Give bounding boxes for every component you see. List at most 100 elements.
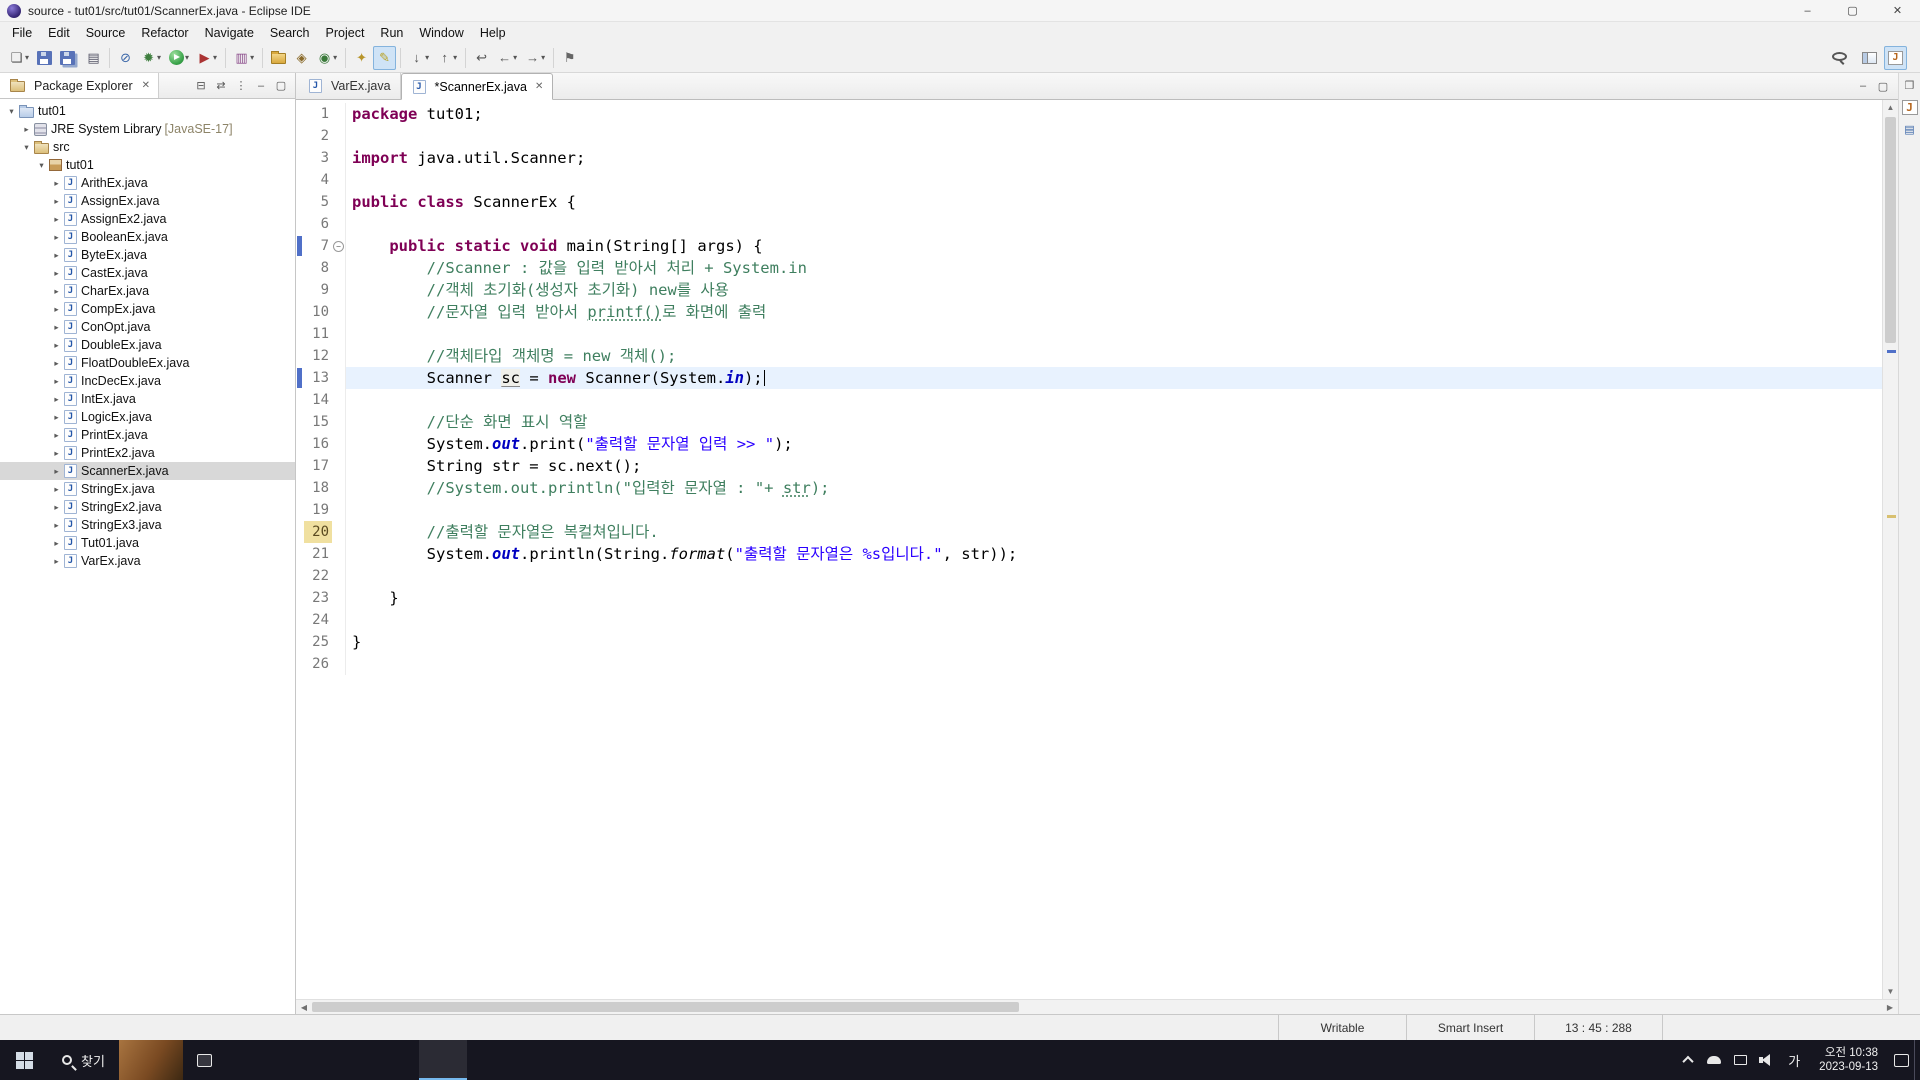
tree-item-intex-java[interactable]: ▸ J IntEx.java	[0, 390, 295, 408]
skip-breakpoints-button[interactable]: ⊘	[114, 46, 137, 70]
tree-item-assignex-java[interactable]: ▸ J AssignEx.java	[0, 192, 295, 210]
code-line-9[interactable]: 9 //객체 초기화(생성자 초기화) new를 사용	[296, 279, 1882, 301]
tree-item-arithex-java[interactable]: ▸ J ArithEx.java	[0, 174, 295, 192]
back-button[interactable]: ← ▾	[493, 46, 521, 70]
scrollbar-thumb[interactable]	[1885, 117, 1896, 343]
print-button[interactable]: ▤	[82, 46, 105, 70]
action-center-button[interactable]	[1888, 1040, 1914, 1080]
code-line-12[interactable]: 12 //객체타입 객체명 = new 객체();	[296, 345, 1882, 367]
expand-arrow-icon[interactable]: ▸	[21, 124, 32, 135]
tray-display-button[interactable]	[1727, 1040, 1753, 1080]
tree-item-booleanex-java[interactable]: ▸ J BooleanEx.java	[0, 228, 295, 246]
tree-item-doubleex-java[interactable]: ▸ J DoubleEx.java	[0, 336, 295, 354]
expand-arrow-icon[interactable]: ▸	[51, 232, 62, 243]
dropdown-arrow-icon[interactable]: ▾	[513, 53, 517, 62]
dropdown-arrow-icon[interactable]: ▾	[157, 53, 161, 62]
vertical-scrollbar[interactable]: ▲ ▼	[1882, 100, 1898, 999]
view-menu-icon[interactable]: ⋮	[232, 79, 250, 92]
menu-edit[interactable]: Edit	[40, 22, 78, 43]
hscrollbar-track[interactable]	[312, 1000, 1882, 1014]
code-line-10[interactable]: 10 //문자열 입력 받아서 printf()로 화면에 출력	[296, 301, 1882, 323]
menu-navigate[interactable]: Navigate	[197, 22, 262, 43]
menu-source[interactable]: Source	[78, 22, 134, 43]
tree-item-charex-java[interactable]: ▸ J CharEx.java	[0, 282, 295, 300]
expand-arrow-icon[interactable]: ▸	[51, 250, 62, 261]
purple-app-taskbar-button[interactable]	[467, 1040, 515, 1080]
code-line-18[interactable]: 18 //System.out.println("입력한 문자열 : "+ st…	[296, 477, 1882, 499]
new-package-button[interactable]: ◈	[290, 46, 313, 70]
code-line-19[interactable]: 19	[296, 499, 1882, 521]
expand-arrow-icon[interactable]: ▸	[51, 178, 62, 189]
dropdown-arrow-icon[interactable]: ▾	[250, 53, 254, 62]
package-explorer-tab[interactable]: Package Explorer ✕	[0, 73, 160, 98]
expand-arrow-icon[interactable]: ▸	[51, 556, 62, 567]
expand-arrow-icon[interactable]: ▸	[51, 466, 62, 477]
scroll-left-icon[interactable]: ◀	[296, 1003, 312, 1012]
tree-item-stringex-java[interactable]: ▸ J StringEx.java	[0, 480, 295, 498]
menu-search[interactable]: Search	[262, 22, 318, 43]
taskbar-widget-thumbnail[interactable]	[118, 1040, 183, 1080]
code-line-6[interactable]: 6	[296, 213, 1882, 235]
overview-mark-tan[interactable]	[1887, 514, 1896, 518]
expand-arrow-icon[interactable]: ▸	[51, 520, 62, 531]
close-view-icon[interactable]: ✕	[142, 80, 150, 91]
collapse-region-icon[interactable]: −	[333, 240, 344, 252]
run-button[interactable]: ▾	[165, 46, 193, 70]
mark-occurrences-button[interactable]: ✎	[373, 45, 397, 70]
dropdown-arrow-icon[interactable]: ▾	[213, 53, 217, 62]
expand-arrow-icon[interactable]: ▸	[51, 538, 62, 549]
green-app-taskbar-button[interactable]	[371, 1040, 419, 1080]
tree-item-incdecex-java[interactable]: ▸ J IncDecEx.java	[0, 372, 295, 390]
dropdown-arrow-icon[interactable]: ▾	[333, 53, 337, 62]
tree-item-assignex2-java[interactable]: ▸ J AssignEx2.java	[0, 210, 295, 228]
expand-arrow-icon[interactable]: ▸	[51, 502, 62, 513]
code-line-4[interactable]: 4	[296, 169, 1882, 191]
minimized-java-view-icon[interactable]: J	[1901, 100, 1918, 115]
save-all-button[interactable]	[56, 46, 82, 70]
collapse-all-icon[interactable]: ⊟	[192, 79, 210, 92]
forward-button[interactable]: → ▾	[521, 46, 549, 70]
new-java-project-button[interactable]	[267, 46, 290, 70]
dropdown-arrow-icon[interactable]: ▾	[25, 53, 29, 62]
code-line-1[interactable]: 1 package tut01;	[296, 103, 1882, 125]
tree-item-compex-java[interactable]: ▸ J CompEx.java	[0, 300, 295, 318]
quick-search-button[interactable]	[1828, 46, 1855, 70]
eclipse-ide-taskbar-button[interactable]	[418, 1040, 467, 1080]
code-line-7[interactable]: 7− public static void main(String[] args…	[296, 235, 1882, 257]
task-view-button[interactable]	[183, 1040, 227, 1080]
expand-arrow-icon[interactable]: ▸	[51, 358, 62, 369]
chrome-browser-taskbar-button[interactable]	[323, 1040, 371, 1080]
coverage-button[interactable]: ▥ ▾	[230, 46, 258, 70]
code-line-14[interactable]: 14	[296, 389, 1882, 411]
tree-item-conopt-java[interactable]: ▸ J ConOpt.java	[0, 318, 295, 336]
code-line-11[interactable]: 11	[296, 323, 1882, 345]
external-tools-button[interactable]: ▶ ▾	[193, 46, 221, 70]
tree-item-stringex3-java[interactable]: ▸ J StringEx3.java	[0, 516, 295, 534]
new-class-button[interactable]: ◉ ▾	[313, 46, 341, 70]
java-perspective-button[interactable]: J	[1884, 45, 1907, 70]
code-line-24[interactable]: 24	[296, 609, 1882, 631]
collapse-arrow-icon[interactable]: ▾	[6, 106, 17, 117]
minimized-view-icon[interactable]: ▤	[1902, 122, 1918, 137]
start-button[interactable]	[0, 1040, 48, 1080]
tree-item-floatdoubleex-java[interactable]: ▸ J FloatDoubleEx.java	[0, 354, 295, 372]
new-wizard-button[interactable]: ❏ ▾	[5, 46, 33, 70]
minimize-editor-icon[interactable]: –	[1854, 80, 1872, 92]
code-editor[interactable]: 1 package tut01; 2 3 import java.util.Scanne…	[296, 100, 1882, 999]
expand-arrow-icon[interactable]: ▸	[51, 376, 62, 387]
code-line-17[interactable]: 17 String str = sc.next();	[296, 455, 1882, 477]
expand-arrow-icon[interactable]: ▸	[51, 484, 62, 495]
maximize-editor-icon[interactable]: ▢	[1874, 80, 1892, 93]
tree-item-tut01[interactable]: ▾ tut01	[0, 102, 295, 120]
code-line-22[interactable]: 22	[296, 565, 1882, 587]
maximize-window-button[interactable]: ▢	[1830, 0, 1875, 21]
dropdown-arrow-icon[interactable]: ▾	[541, 53, 545, 62]
dropdown-arrow-icon[interactable]: ▾	[453, 53, 457, 62]
expand-arrow-icon[interactable]: ▸	[51, 214, 62, 225]
code-line-13[interactable]: 13 Scanner sc = new Scanner(System.in);	[296, 367, 1882, 389]
expand-arrow-icon[interactable]: ▸	[51, 412, 62, 423]
file-explorer-taskbar-button[interactable]	[275, 1040, 323, 1080]
tree-item-printex-java[interactable]: ▸ J PrintEx.java	[0, 426, 295, 444]
tree-item-logicex-java[interactable]: ▸ J LogicEx.java	[0, 408, 295, 426]
code-line-21[interactable]: 21 System.out.println(String.format("출력할…	[296, 543, 1882, 565]
